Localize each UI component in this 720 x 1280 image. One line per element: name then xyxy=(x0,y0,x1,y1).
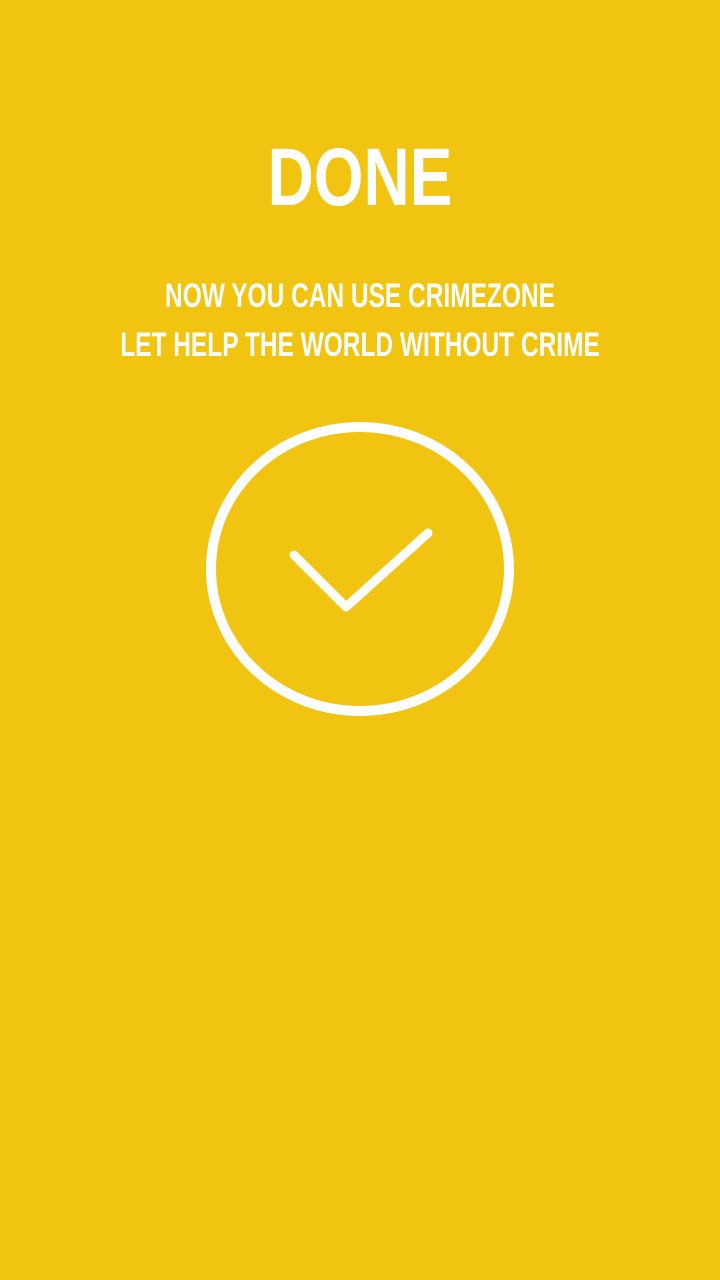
page-title: DONE xyxy=(267,132,453,223)
check-mark-icon xyxy=(289,528,433,612)
check-circle-icon xyxy=(200,418,520,720)
subtitle-line-2: LET HELP THE WORLD WITHOUT CRIME xyxy=(120,326,600,364)
check-circle-ring xyxy=(206,422,514,716)
done-screen: DONE NOW YOU CAN USE CRIMEZONE LET HELP … xyxy=(0,0,720,1280)
subtitle-line-1: NOW YOU CAN USE CRIMEZONE xyxy=(165,277,555,315)
